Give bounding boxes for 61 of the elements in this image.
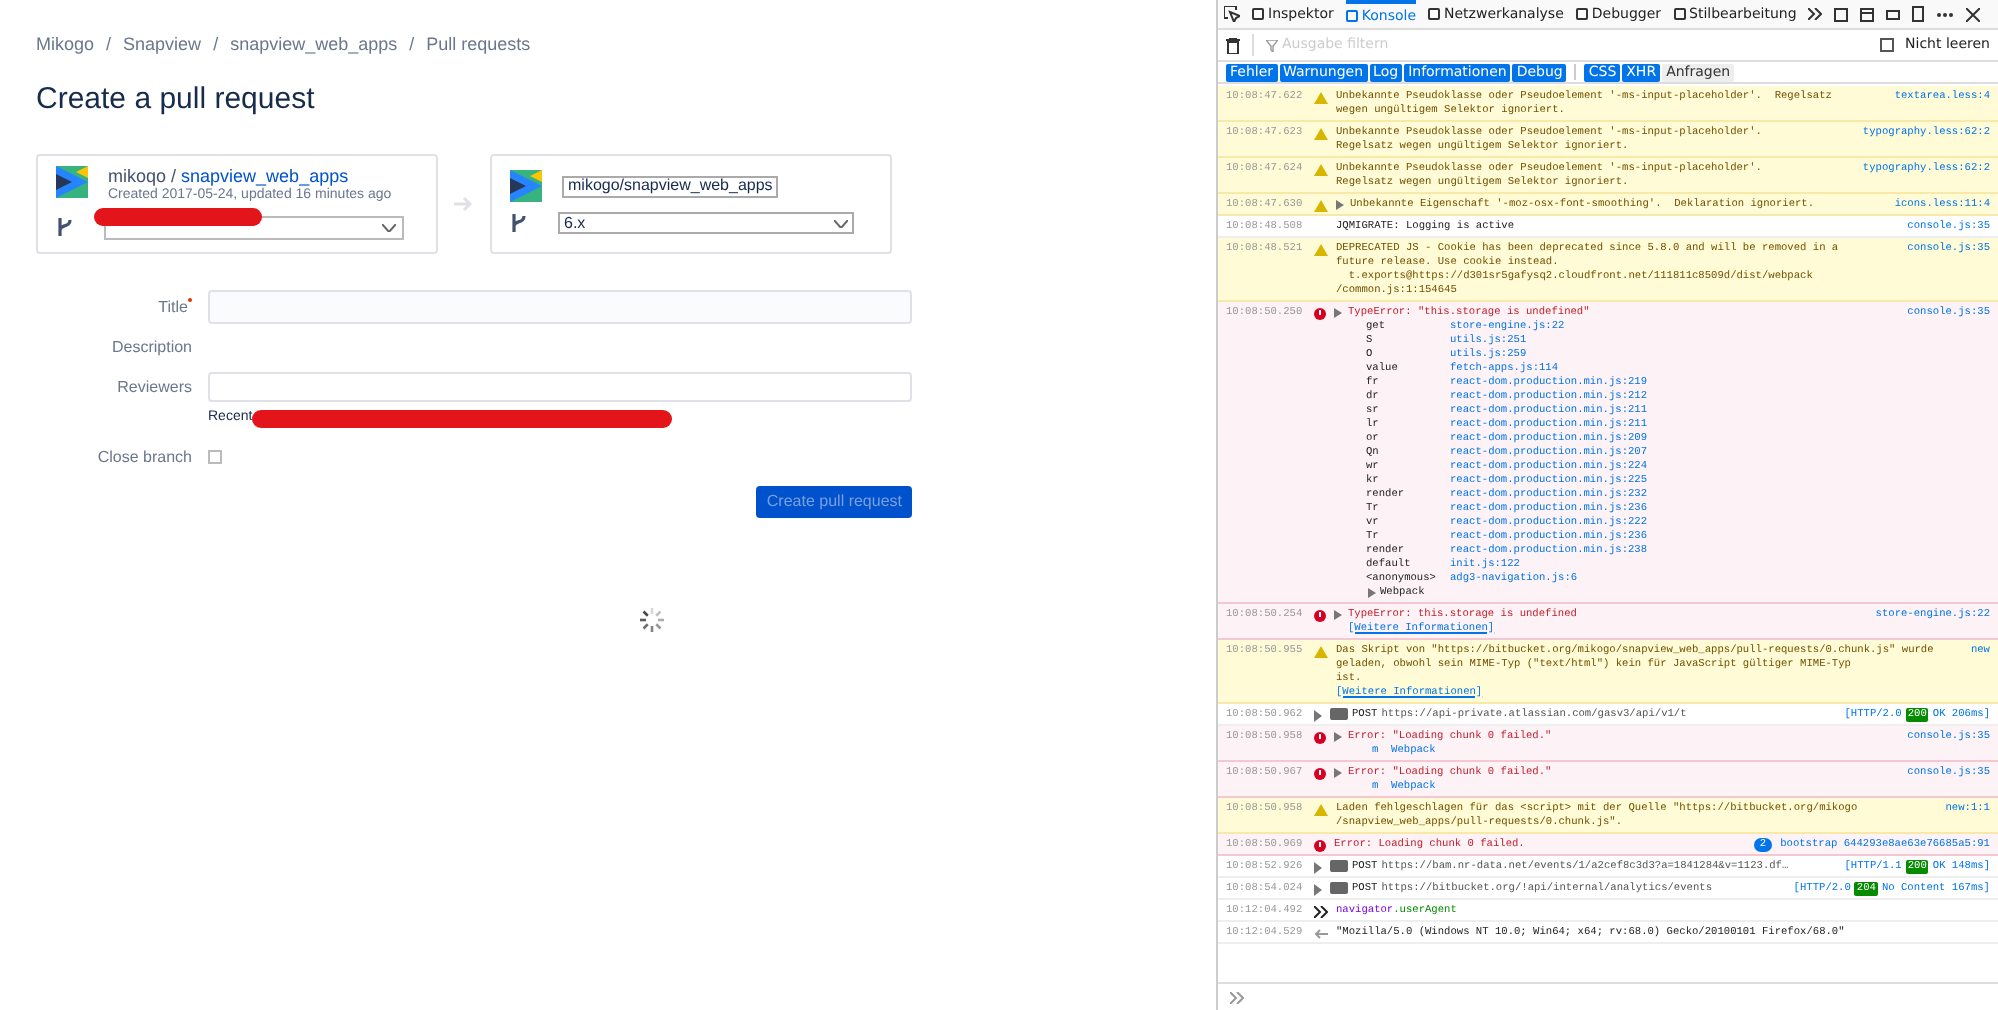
- close-icon[interactable]: [1966, 7, 1981, 21]
- error-icon: [1314, 767, 1326, 779]
- repo-link[interactable]: snapview_web_apps: [181, 166, 349, 186]
- breadcrumb-separator: /: [213, 32, 219, 58]
- trash-icon[interactable]: [1226, 37, 1240, 53]
- chevron-double-icon: [1314, 905, 1328, 917]
- breadcrumb-separator: /: [409, 32, 415, 58]
- close-branch-label: Close branch: [95, 445, 192, 469]
- breadcrumb-separator: /: [106, 32, 112, 58]
- arrow-right-icon: [454, 196, 474, 212]
- repo-logo-icon: [56, 166, 88, 198]
- persist-checkbox[interactable]: [1879, 38, 1894, 52]
- caret-icon: [834, 219, 848, 227]
- warning-icon: [1314, 645, 1328, 657]
- filter-icon: [1266, 39, 1278, 51]
- more-options-icon[interactable]: [1936, 11, 1955, 17]
- expand-triangle-icon: [1314, 709, 1322, 721]
- xhr-tag: [1330, 708, 1348, 720]
- description-label: Description: [109, 336, 192, 360]
- breadcrumb-link[interactable]: Snapview: [123, 32, 202, 59]
- title-label: Title: [158, 295, 188, 319]
- warning-icon: [1314, 199, 1328, 211]
- split-console-icon[interactable]: [1834, 7, 1849, 21]
- title-input[interactable]: [208, 290, 912, 324]
- repo-logo-icon: [510, 170, 542, 202]
- expand-triangle-icon[interactable]: [1336, 199, 1344, 209]
- warning-icon: [1314, 91, 1328, 103]
- error-icon: [1314, 609, 1326, 621]
- warning-icon: [1314, 163, 1328, 175]
- warning-icon: [1314, 243, 1328, 255]
- repo-select[interactable]: mikogo/snapview_web_apps: [562, 175, 778, 197]
- repo-owner: mikoqo /: [108, 166, 177, 186]
- device-icon[interactable]: [1912, 6, 1925, 22]
- reviewers-input[interactable]: [208, 372, 912, 402]
- expand-triangle-icon[interactable]: [1368, 588, 1376, 598]
- branch-icon: [56, 216, 74, 238]
- caret-icon: [382, 223, 396, 231]
- branch-select[interactable]: 6.x: [558, 212, 854, 234]
- breadcrumb-link[interactable]: Pull requests: [426, 32, 531, 59]
- error-icon: [1314, 307, 1326, 319]
- expand-triangle-icon[interactable]: [1334, 307, 1342, 317]
- page-title: Create a pull request: [36, 79, 317, 119]
- breadcrumb-link[interactable]: Mikogo: [36, 32, 95, 59]
- dock-icon[interactable]: [1860, 7, 1875, 21]
- arrow-left-icon: [1314, 927, 1328, 939]
- reviewers-label: Reviewers: [115, 375, 192, 399]
- error-icon: [1314, 839, 1326, 851]
- element-picker-icon[interactable]: [1224, 6, 1240, 22]
- branch-icon: [510, 212, 528, 234]
- warning-icon: [1314, 127, 1328, 139]
- expand-triangle-icon[interactable]: [1334, 767, 1342, 777]
- error-icon: [1314, 731, 1326, 743]
- warning-icon: [1314, 803, 1328, 815]
- more-tabs-icon[interactable]: [1808, 8, 1823, 20]
- responsive-icon[interactable]: [1886, 7, 1901, 21]
- expand-triangle-icon[interactable]: [1334, 731, 1342, 741]
- breadcrumb-link[interactable]: snapview_web_apps: [230, 32, 398, 59]
- loading-spinner-icon: [638, 605, 666, 633]
- prompt-icon[interactable]: [1230, 991, 1244, 1003]
- close-branch-checkbox[interactable]: [208, 450, 222, 464]
- expand-triangle-icon[interactable]: [1334, 609, 1342, 619]
